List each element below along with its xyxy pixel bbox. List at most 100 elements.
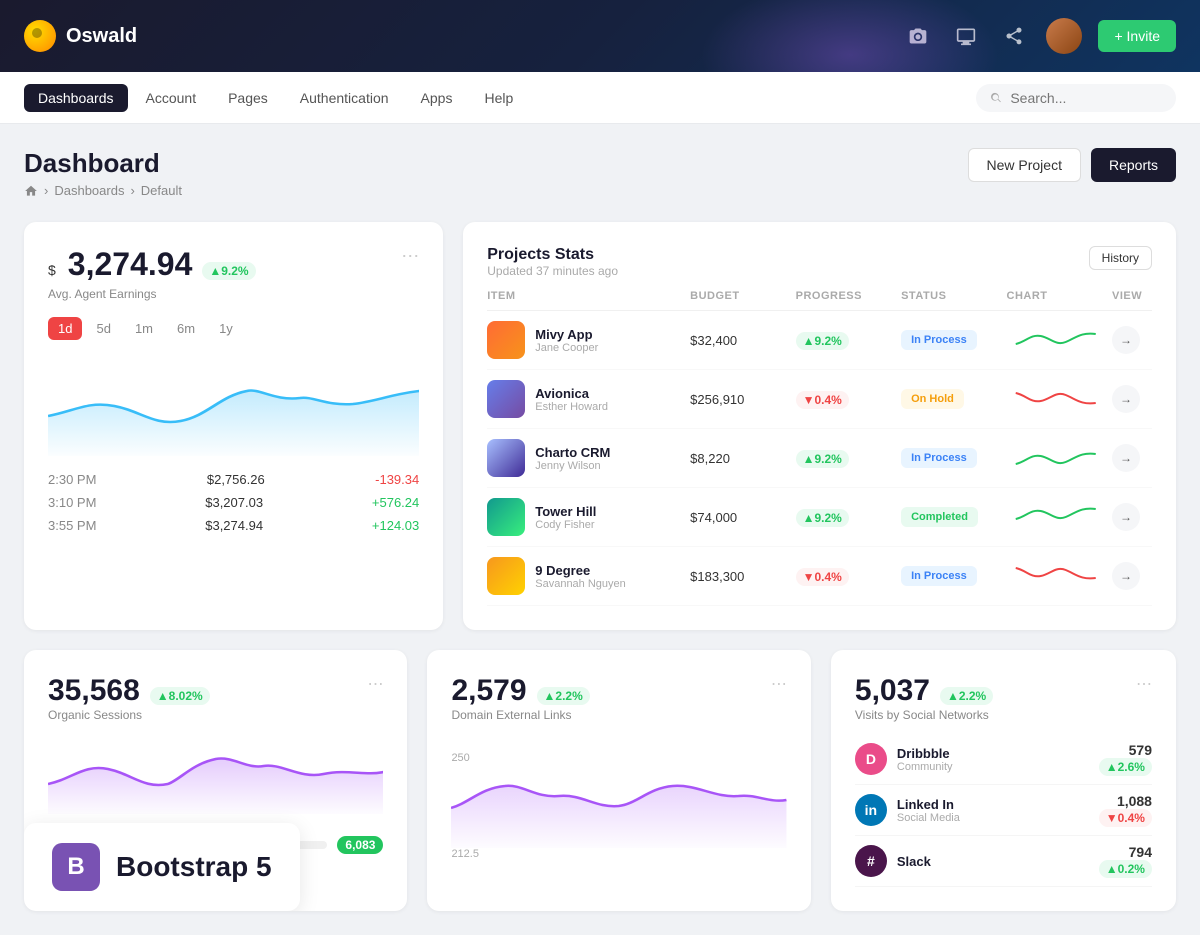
project-progress: ▲9.2% — [796, 450, 849, 468]
page-header: Dashboard › Dashboards › Default New Pro… — [24, 148, 1176, 198]
row2-time: 3:10 PM — [48, 495, 96, 510]
table-row: Charto CRM Jenny Wilson $8,220 ▲9.2% In … — [487, 429, 1152, 488]
share-icon[interactable] — [998, 20, 1030, 52]
row3-change: +124.03 — [372, 518, 419, 533]
project-progress: ▲9.2% — [796, 332, 849, 350]
social-networks-card: 5,037 ▲2.2% Visits by Social Networks ⋯ … — [831, 650, 1176, 911]
time-tab-1m[interactable]: 1m — [125, 317, 163, 340]
row3-time: 3:55 PM — [48, 518, 96, 533]
project-status: In Process — [901, 566, 977, 586]
row2-amount: $3,207.03 — [205, 495, 263, 510]
country-value: 6,083 — [337, 836, 383, 854]
organic-value: 35,568 — [48, 674, 140, 708]
chart-y-low: 212.5 — [451, 848, 786, 860]
col-item: ITEM — [487, 290, 682, 302]
data-row-1: 2:30 PM $2,756.26 -139.34 — [48, 472, 419, 487]
more-icon[interactable]: ⋯ — [771, 674, 787, 694]
bootstrap-overlay: B Bootstrap 5 — [24, 823, 300, 911]
social-badge: ▲2.2% — [940, 687, 993, 705]
time-tab-5d[interactable]: 5d — [86, 317, 120, 340]
project-view-btn[interactable]: → — [1112, 326, 1140, 354]
more-icon[interactable]: ⋯ — [1136, 674, 1152, 694]
monitor-icon[interactable] — [950, 20, 982, 52]
organic-badge: ▲8.02% — [150, 687, 210, 705]
search-input[interactable] — [1010, 90, 1162, 106]
organic-label: Organic Sessions — [48, 708, 210, 722]
history-button[interactable]: History — [1089, 246, 1152, 270]
breadcrumb: › Dashboards › Default — [24, 183, 182, 198]
project-thumb — [487, 321, 525, 359]
earnings-card: $ 3,274.94 ▲9.2% Avg. Agent Earnings ⋯ 1… — [24, 222, 443, 630]
table-header: ITEM BUDGET PROGRESS STATUS CHART VIEW — [487, 282, 1152, 311]
social-item-slack: # Slack 794 ▲0.2% — [855, 836, 1152, 887]
project-owner: Cody Fisher — [535, 519, 596, 531]
social-label: Visits by Social Networks — [855, 708, 993, 722]
earnings-data-rows: 2:30 PM $2,756.26 -139.34 3:10 PM $3,207… — [48, 472, 419, 533]
col-progress: PROGRESS — [796, 290, 893, 302]
more-icon[interactable]: ⋯ — [367, 674, 383, 694]
nav-authentication[interactable]: Authentication — [286, 84, 403, 112]
new-project-button[interactable]: New Project — [968, 148, 1081, 182]
breadcrumb-dashboards[interactable]: Dashboards — [54, 183, 124, 198]
links-chart — [451, 768, 786, 848]
project-progress: ▲9.2% — [796, 509, 849, 527]
page-title: Dashboard — [24, 148, 182, 179]
nav-apps[interactable]: Apps — [407, 84, 467, 112]
project-budget: $32,400 — [690, 333, 787, 348]
top-bar-actions: + Invite — [902, 18, 1176, 54]
earnings-chart — [48, 356, 419, 456]
camera-icon[interactable] — [902, 20, 934, 52]
avatar[interactable] — [1046, 18, 1082, 54]
organic-chart — [48, 734, 383, 814]
time-tab-1d[interactable]: 1d — [48, 317, 82, 340]
time-tabs: 1d 5d 1m 6m 1y — [48, 317, 419, 340]
nav-help[interactable]: Help — [470, 84, 527, 112]
table-row: Mivy App Jane Cooper $32,400 ▲9.2% In Pr… — [487, 311, 1152, 370]
row1-change: -139.34 — [375, 472, 419, 487]
bootstrap-icon: B — [52, 843, 100, 891]
col-view: VIEW — [1112, 290, 1152, 302]
project-view-btn[interactable]: → — [1112, 503, 1140, 531]
nav-dashboards[interactable]: Dashboards — [24, 84, 128, 112]
project-view-btn[interactable]: → — [1112, 562, 1140, 590]
table-row: 9 Degree Savannah Nguyen $183,300 ▼0.4% … — [487, 547, 1152, 606]
social-type: Community — [897, 761, 953, 773]
invite-button[interactable]: + Invite — [1098, 20, 1176, 52]
data-row-3: 3:55 PM $3,274.94 +124.03 — [48, 518, 419, 533]
time-tab-1y[interactable]: 1y — [209, 317, 243, 340]
projects-title: Projects Stats — [487, 246, 618, 264]
social-name: Slack — [897, 854, 931, 869]
project-owner: Esther Howard — [535, 401, 608, 413]
project-budget: $74,000 — [690, 510, 787, 525]
social-change: ▼0.4% — [1099, 809, 1152, 827]
top-bar: Oswald + Invite — [0, 0, 1200, 72]
table-row: Avionica Esther Howard $256,910 ▼0.4% On… — [487, 370, 1152, 429]
more-icon[interactable]: ⋯ — [401, 246, 419, 267]
links-label: Domain External Links — [451, 708, 589, 722]
project-status: In Process — [901, 448, 977, 468]
project-view-btn[interactable]: → — [1112, 444, 1140, 472]
social-item-linkedin: in Linked In Social Media 1,088 ▼0.4% — [855, 785, 1152, 836]
projects-card: Projects Stats Updated 37 minutes ago Hi… — [463, 222, 1176, 630]
project-owner: Jenny Wilson — [535, 460, 610, 472]
nav-pages[interactable]: Pages — [214, 84, 282, 112]
project-progress: ▼0.4% — [796, 391, 849, 409]
bottom-cards-row: 35,568 ▲8.02% Organic Sessions ⋯ — [24, 650, 1176, 911]
reports-button[interactable]: Reports — [1091, 148, 1176, 182]
data-row-2: 3:10 PM $3,207.03 +576.24 — [48, 495, 419, 510]
project-chart — [1007, 383, 1104, 413]
project-progress: ▼0.4% — [796, 568, 849, 586]
links-value: 2,579 — [451, 674, 526, 708]
row2-change: +576.24 — [372, 495, 419, 510]
project-name: Mivy App — [535, 327, 598, 342]
project-name: Avionica — [535, 386, 608, 401]
bootstrap-text: Bootstrap 5 — [116, 851, 272, 883]
table-row: Tower Hill Cody Fisher $74,000 ▲9.2% Com… — [487, 488, 1152, 547]
time-tab-6m[interactable]: 6m — [167, 317, 205, 340]
chart-y-high: 250 — [451, 752, 469, 764]
project-view-btn[interactable]: → — [1112, 385, 1140, 413]
slack-icon: # — [855, 845, 887, 877]
nav-account[interactable]: Account — [132, 84, 211, 112]
logo-icon — [24, 20, 56, 52]
project-budget: $8,220 — [690, 451, 787, 466]
